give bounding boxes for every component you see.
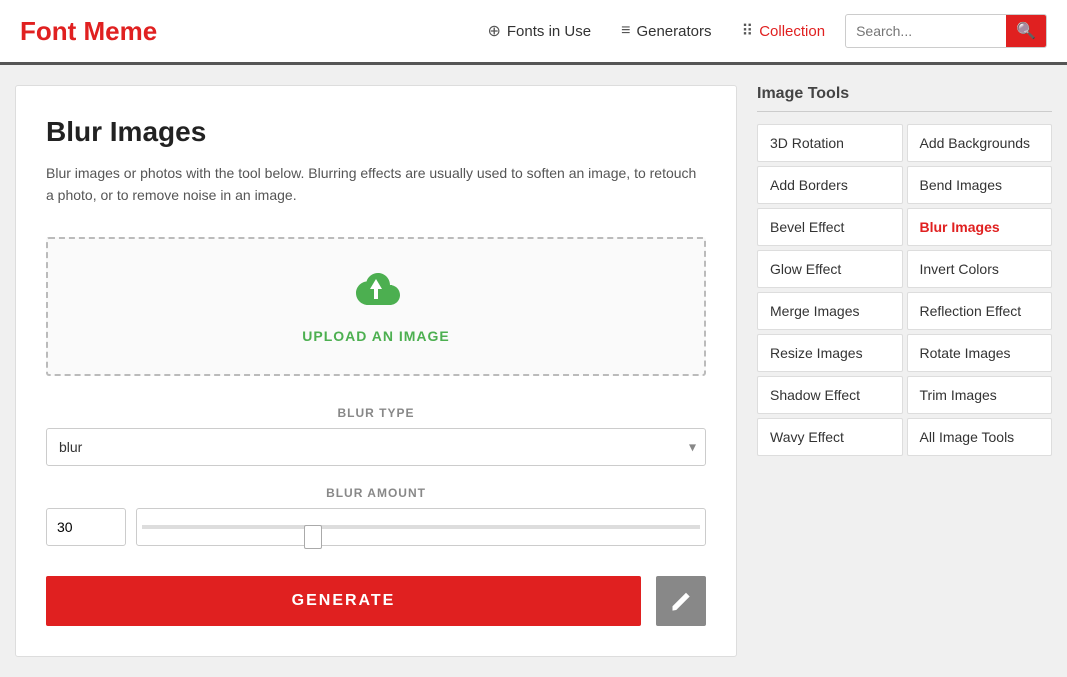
blur-type-label: BLUR TYPE — [46, 406, 706, 420]
sidebar-item-blur-images[interactable]: Blur Images — [907, 208, 1053, 246]
sidebar-item-add-borders[interactable]: Add Borders — [757, 166, 903, 204]
nav-collection-label: Collection — [759, 23, 825, 40]
sidebar-item-wavy-effect[interactable]: Wavy Effect — [757, 418, 903, 456]
sidebar-item-bend-images[interactable]: Bend Images — [907, 166, 1053, 204]
page-title: Blur Images — [46, 116, 706, 148]
edit-button[interactable] — [656, 576, 706, 626]
blur-amount-label: BLUR AMOUNT — [46, 486, 706, 500]
page-description: Blur images or photos with the tool belo… — [46, 162, 706, 207]
search-box: 🔍 — [845, 14, 1047, 48]
right-panel: Image Tools 3D RotationAdd BackgroundsAd… — [757, 85, 1052, 657]
tools-grid: 3D RotationAdd BackgroundsAdd BordersBen… — [757, 124, 1052, 456]
generate-button[interactable]: GENERATE — [46, 576, 641, 626]
grid-icon: ⠿ — [741, 21, 753, 41]
target-icon: ⊕ — [487, 21, 500, 41]
nav-collection[interactable]: ⠿ Collection — [741, 21, 825, 41]
search-button[interactable]: 🔍 — [1006, 14, 1046, 48]
nav-fonts-in-use-label: Fonts in Use — [507, 23, 591, 40]
logo[interactable]: Font Meme — [20, 16, 157, 47]
sidebar-title: Image Tools — [757, 85, 1052, 112]
sidebar-item-shadow-effect[interactable]: Shadow Effect — [757, 376, 903, 414]
slider-row — [46, 508, 706, 546]
left-panel: Blur Images Blur images or photos with t… — [15, 85, 737, 657]
nav-fonts-in-use[interactable]: ⊕ Fonts in Use — [487, 21, 591, 41]
blur-amount-input[interactable] — [46, 508, 126, 546]
sidebar-item-glow-effect[interactable]: Glow Effect — [757, 250, 903, 288]
sidebar-item-add-backgrounds[interactable]: Add Backgrounds — [907, 124, 1053, 162]
nav-generators[interactable]: ≡ Generators — [621, 22, 711, 40]
sidebar-item-merge-images[interactable]: Merge Images — [757, 292, 903, 330]
sidebar-item-trim-images[interactable]: Trim Images — [907, 376, 1053, 414]
blur-amount-slider[interactable] — [136, 508, 706, 546]
sidebar-item-3d-rotation[interactable]: 3D Rotation — [757, 124, 903, 162]
upload-icon — [352, 269, 400, 318]
blur-type-select[interactable]: blur gaussian motion radial — [46, 428, 706, 466]
sidebar-item-all-image-tools[interactable]: All Image Tools — [907, 418, 1053, 456]
blur-type-control: BLUR TYPE blur gaussian motion radial ▾ — [46, 406, 706, 466]
upload-label: UPLOAD AN IMAGE — [302, 328, 449, 344]
pencil-icon — [670, 590, 692, 612]
upload-area[interactable]: UPLOAD AN IMAGE — [46, 237, 706, 376]
search-input[interactable] — [846, 23, 1006, 39]
header: Font Meme ⊕ Fonts in Use ≡ Generators ⠿ … — [0, 0, 1067, 65]
sidebar-item-bevel-effect[interactable]: Bevel Effect — [757, 208, 903, 246]
action-row: GENERATE — [46, 576, 706, 626]
main-layout: Blur Images Blur images or photos with t… — [0, 65, 1067, 677]
nav-generators-label: Generators — [636, 23, 711, 40]
sidebar-item-rotate-images[interactable]: Rotate Images — [907, 334, 1053, 372]
list-icon: ≡ — [621, 22, 630, 40]
sidebar-item-resize-images[interactable]: Resize Images — [757, 334, 903, 372]
blur-amount-control: BLUR AMOUNT — [46, 486, 706, 546]
main-nav: ⊕ Fonts in Use ≡ Generators ⠿ Collection — [487, 21, 825, 41]
sidebar-item-reflection-effect[interactable]: Reflection Effect — [907, 292, 1053, 330]
sidebar-item-invert-colors[interactable]: Invert Colors — [907, 250, 1053, 288]
blur-type-wrapper: blur gaussian motion radial ▾ — [46, 428, 706, 466]
